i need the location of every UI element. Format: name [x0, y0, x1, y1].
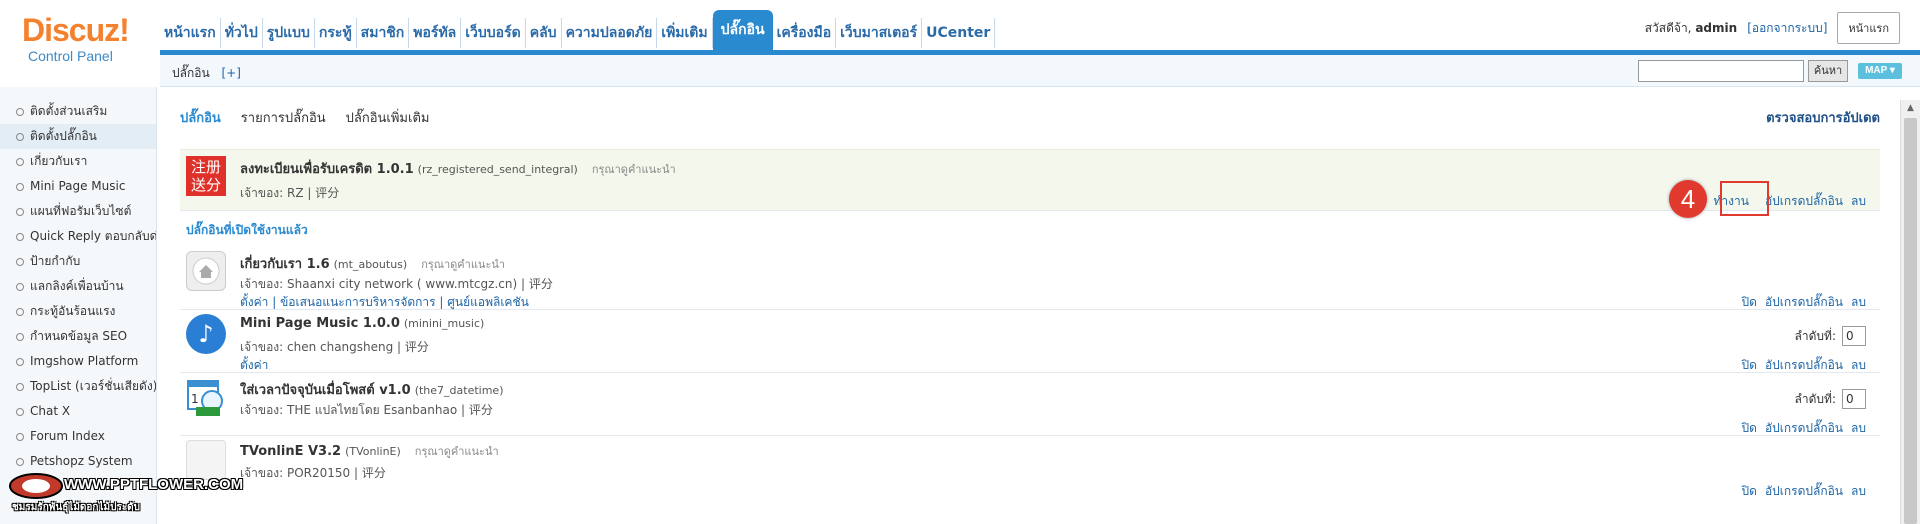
scroll-up-icon[interactable]: ▲ [1901, 100, 1920, 116]
top-bar: หน้าแรก ทั่วไป รูปแบบ กระทู้ สมาชิก พอร์ทัล เว… [160, 0, 1920, 50]
check-update-link[interactable]: ตรวจสอบการอัปเดต [1766, 107, 1880, 128]
order-input[interactable]: 0 [1842, 389, 1866, 409]
nav-item[interactable]: เครื่องมือ [773, 18, 837, 48]
plugin-owner: เจ้าของ: THE แปลไทยโดย Esanbanhao | 评分 [240, 403, 493, 417]
sidebar-item[interactable]: Quick Reply ตอบกลับด่ [0, 224, 156, 249]
sidebar-item[interactable]: Imgshow Platform [0, 349, 156, 374]
sub-bar: ปลั๊กอิน [+] ค้นหา MAP ▾ [160, 55, 1920, 87]
section-title: ปลั๊กอินที่เปิดใช้งานแล้ว [186, 223, 308, 237]
nav-item[interactable]: ความปลอดภัย [562, 18, 658, 48]
sidebar-item[interactable]: ป้ายกำกับ [0, 249, 156, 274]
sidebar-item[interactable]: Forum Index [0, 424, 156, 449]
logo-subtitle: Control Panel [28, 48, 113, 64]
nav-item[interactable]: กระทู้ [315, 18, 357, 48]
sidebar-item[interactable]: Chat X [0, 399, 156, 424]
home-icon [186, 251, 226, 291]
plugin-title: Mini Page Music 1.0.0 (minini_music) [240, 316, 485, 331]
delete-link[interactable]: ลบ [1851, 482, 1866, 501]
sidebar-item[interactable]: TopList (เวอร์ชั่นเสียดัง) [0, 374, 156, 399]
watermark-logo-icon [9, 473, 63, 499]
plugin-row: เกี่ยวกับเรา 1.6 (mt_aboutus) กรุณาดูคำแนะ… [180, 247, 1880, 310]
search-input[interactable] [1638, 60, 1804, 82]
nav-item[interactable]: เว็บมาสเตอร์ [836, 18, 923, 48]
pending-plugin-row: 注册 送分 ลงทะเบียนเพื่อรับเครดิต 1.0.1 (rz_re… [180, 149, 1880, 211]
plugin-tabs: ปลั๊กอิน รายการปลั๊กอิน ปลั๊กอินเพิ่มเติม [180, 107, 429, 128]
sidebar-item[interactable]: ติดตั้งส่วนเสริม [0, 99, 156, 124]
search-button[interactable]: ค้นหา [1808, 60, 1848, 82]
map-button[interactable]: MAP ▾ [1858, 63, 1902, 79]
sidebar-item[interactable]: แลกลิงค์เพื่อนบ้าน [0, 274, 156, 299]
sidebar-item[interactable]: กระทู้อันร้อนแรง [0, 299, 156, 324]
nav-item[interactable]: ทั่วไป [221, 18, 263, 48]
add-shortcut-link[interactable]: [+] [221, 66, 240, 80]
main-nav: หน้าแรก ทั่วไป รูปแบบ กระทู้ สมาชิก พอร์ทัล เว… [160, 0, 996, 50]
nav-item[interactable]: คลับ [526, 18, 562, 48]
home-button[interactable]: หน้าแรก [1837, 12, 1900, 44]
tab[interactable]: ปลั๊กอินเพิ่มเติม [346, 107, 430, 128]
nav-item[interactable]: รูปแบบ [263, 18, 315, 48]
watermark-caption: ชมรมรักพันธุ์ไม้ดอกไม้ประดับ [12, 502, 141, 513]
tab[interactable]: ปลั๊กอิน [180, 107, 221, 128]
tab[interactable]: รายการปลั๊กอิน [241, 107, 326, 128]
music-note-icon: ♪ [186, 314, 226, 354]
plugin-title: ใส่เวลาปัจจุบันเมื่อโพสต์ v1.0 (the7_date… [240, 383, 504, 398]
plugin-title: ลงทะเบียนเพื่อรับเครดิต 1.0.1 (rz_registe… [240, 162, 676, 177]
plugin-owner: เจ้าของ: POR20150 | 评分 [240, 466, 386, 480]
calendar-clock-icon: 1 [186, 377, 226, 417]
order-label: ลำดับที่: [1794, 391, 1836, 406]
plugin-row: TVonlinE V3.2 (TVonlinE) กรุณาดูคำแนะนำ เจ… [180, 436, 1880, 499]
logo[interactable]: Discuz! Control Panel [0, 0, 160, 76]
logo-brand: Discuz! [22, 12, 130, 48]
watermark-url: WWW.PPTFLOWER.COM [64, 476, 244, 493]
order-field: ลำดับที่: 0 [1795, 326, 1866, 346]
register-points-icon: 注册 送分 [186, 156, 226, 196]
plugin-title: เกี่ยวกับเรา 1.6 (mt_aboutus) กรุณาดูคำแนะ… [240, 257, 506, 272]
order-field: ลำดับที่: 0 [1795, 389, 1866, 409]
nav-item[interactable]: เว็บบอร์ด [461, 18, 526, 48]
delete-link[interactable]: ลบ [1851, 192, 1866, 211]
disable-link[interactable]: ปิด [1742, 482, 1757, 501]
svg-text:1: 1 [191, 392, 199, 406]
nav-item[interactable]: สมาชิก [357, 18, 410, 48]
logout-link[interactable]: [ออกจากระบบ] [1747, 19, 1827, 38]
scroll-thumb[interactable] [1904, 118, 1917, 524]
order-input[interactable]: 0 [1842, 326, 1866, 346]
nav-item[interactable]: พอร์ทัล [409, 18, 462, 48]
watermark: WWW.PPTFLOWER.COM ชมรมรักพันธุ์ไม้ดอกไม้… [6, 470, 243, 520]
greeting: สวัสดีจ้า, admin [1644, 20, 1738, 35]
chevron-down-icon: ▾ [1889, 65, 1895, 76]
plugin-owner: เจ้าของ: Shaanxi city network ( www.mtcg… [240, 277, 553, 291]
plugin-title: TVonlinE V3.2 (TVonlinE) กรุณาดูคำแนะนำ [240, 444, 499, 459]
plugin-row: 1 ใส่เวลาปัจจุบันเมื่อโพสต์ v1.0 (the7_da… [180, 373, 1880, 436]
sidebar-item[interactable]: เกี่ยวกับเรา [0, 149, 156, 174]
nav-item[interactable]: เพิ่มเติม [657, 18, 713, 48]
sidebar-item[interactable]: ติดตั้งปลั๊กอิน [0, 124, 156, 149]
user-box: สวัสดีจ้า, admin [ออกจากระบบ] หน้าแรก [1645, 12, 1900, 44]
plugin-row: ♪ Mini Page Music 1.0.0 (minini_music) เจ… [180, 310, 1880, 373]
sidebar-item[interactable]: แผนที่ฟอรัมเว็บไซต์ [0, 199, 156, 224]
nav-item[interactable]: UCenter [922, 18, 996, 48]
username: admin [1695, 20, 1738, 35]
scrollbar[interactable]: ▲ [1900, 100, 1920, 524]
order-label: ลำดับที่: [1794, 328, 1836, 343]
nav-item[interactable]: หน้าแรก [160, 18, 221, 48]
nav-item[interactable]: ปลั๊กอิน [712, 10, 773, 50]
upgrade-link[interactable]: อัปเกรดปลั๊กอิน [1765, 482, 1843, 501]
upgrade-link[interactable]: อัปเกรดปลั๊กอิน [1765, 192, 1843, 211]
step-number-badge: 4 [1669, 180, 1707, 218]
highlight-box [1720, 181, 1769, 216]
sidebar: ติดตั้งส่วนเสริม ติดตั้งปลั๊กอิน เกี่ยวกับ… [0, 87, 157, 524]
plugin-actions: ปิด อัปเกรดปลั๊กอิน ลบ [1742, 482, 1866, 501]
plugin-owner: เจ้าของ: chen changsheng | 评分 [240, 340, 429, 354]
main-content: ปลั๊กอิน รายการปลั๊กอิน ปลั๊กอินเพิ่มเติม … [176, 87, 1880, 524]
breadcrumb: ปลั๊กอิน [+] [172, 64, 241, 83]
sidebar-item[interactable]: กำหนดข้อมูล SEO [0, 324, 156, 349]
breadcrumb-label: ปลั๊กอิน [172, 66, 210, 80]
plugin-owner: เจ้าของ: RZ | 评分 [240, 186, 340, 200]
sidebar-item[interactable]: Mini Page Music [0, 174, 156, 199]
